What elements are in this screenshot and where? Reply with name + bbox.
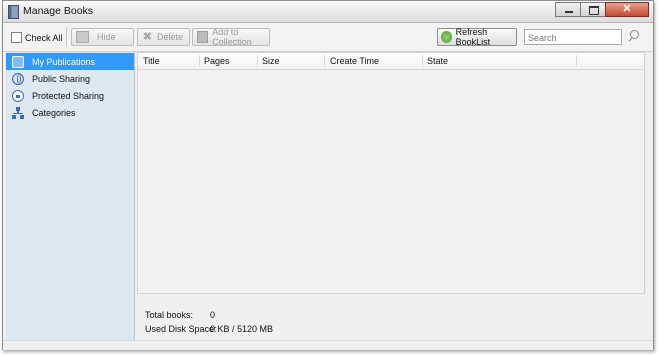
delete-label: Delete [157, 32, 184, 42]
checkbox-box[interactable] [11, 32, 22, 43]
window-title: Manage Books [23, 5, 94, 17]
disk-space-label: Used Disk Space: [145, 324, 217, 334]
search-input[interactable] [528, 31, 620, 44]
sidebar-item-label: Protected Sharing [32, 90, 105, 101]
minimize-button[interactable] [555, 2, 581, 17]
search-icon[interactable] [627, 30, 640, 43]
minimize-icon [565, 11, 573, 13]
toolbar: Check All Hide ✖ Delete Add to Collectio… [3, 23, 653, 52]
column-divider[interactable] [422, 55, 423, 67]
disk-space-value: 0 KB / 5120 MB [210, 324, 274, 334]
maximize-button[interactable] [580, 2, 606, 17]
hide-label: Hide [97, 32, 116, 42]
sidebar-item-categories[interactable]: Categories [6, 104, 134, 121]
lock-icon [12, 89, 24, 102]
column-divider[interactable] [324, 55, 325, 67]
table-header: Title Pages Size Create Time State [138, 53, 644, 70]
hide-button[interactable]: Hide [71, 28, 134, 46]
globe-icon [12, 72, 24, 85]
check-all-label: Check All [25, 32, 63, 43]
column-divider[interactable] [257, 55, 258, 67]
delete-icon: ✖ [142, 31, 153, 43]
add-to-collection-button[interactable]: Add to Collection [192, 27, 270, 47]
sidebar-item-label: Public Sharing [32, 73, 91, 84]
toolbar-divider [66, 27, 67, 47]
check-all-checkbox[interactable]: Check All [11, 32, 63, 43]
total-books-value: 0 [210, 310, 216, 320]
sidebar-item-label: Categories [32, 107, 76, 118]
footer-summary: Total books: 0 Used Disk Space: 0 KB / 5… [137, 294, 645, 340]
refresh-label: Refresh BookList [455, 27, 491, 47]
search-box[interactable] [524, 29, 622, 45]
collection-icon [197, 31, 209, 43]
column-header-pages[interactable]: Pages [204, 56, 230, 66]
total-books-label: Total books: [145, 310, 194, 320]
column-header-size[interactable]: Size [262, 56, 280, 66]
title-bar[interactable]: Manage Books ✕ [3, 1, 653, 23]
close-icon: ✕ [622, 3, 632, 15]
publications-icon [12, 55, 24, 68]
column-divider[interactable] [576, 55, 577, 67]
column-header-title[interactable]: Title [143, 56, 160, 66]
maximize-icon [589, 6, 599, 15]
sidebar-item-protected-sharing[interactable]: Protected Sharing [6, 87, 134, 104]
window-controls: ✕ [555, 2, 649, 17]
column-header-state[interactable]: State [427, 56, 448, 66]
manage-books-window: Manage Books ✕ Check All Hide ✖ Delete A… [2, 0, 654, 350]
refresh-icon [441, 31, 452, 43]
add-to-collection-label: Add to Collection [212, 27, 252, 47]
sidebar-item-label: My Publications [32, 56, 96, 67]
search-icon-handle [628, 37, 633, 42]
sidebar: My Publications Public Sharing Protected… [6, 52, 135, 340]
sidebar-item-my-publications[interactable]: My Publications [6, 53, 134, 70]
delete-button[interactable]: ✖ Delete [137, 28, 190, 46]
hide-icon [76, 31, 89, 43]
column-header-create-time[interactable]: Create Time [330, 56, 379, 66]
close-button[interactable]: ✕ [605, 2, 649, 17]
hierarchy-icon [12, 106, 24, 119]
sidebar-item-public-sharing[interactable]: Public Sharing [6, 70, 134, 87]
book-app-icon [8, 5, 19, 19]
refresh-booklist-button[interactable]: Refresh BookList [437, 27, 517, 47]
book-table: Title Pages Size Create Time State [137, 52, 645, 294]
window-bottom-border [3, 340, 653, 350]
column-divider[interactable] [199, 55, 200, 67]
